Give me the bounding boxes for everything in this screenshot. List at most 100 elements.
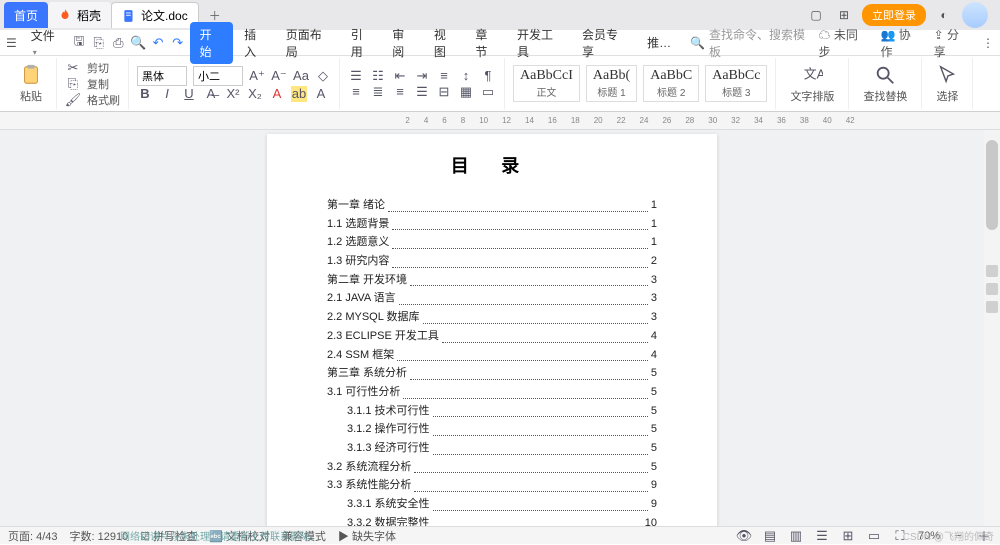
highlight-icon[interactable]: ab <box>291 86 307 102</box>
menu-member[interactable]: 会员专享 <box>575 23 636 63</box>
side-tool-1[interactable] <box>986 265 998 277</box>
font-family-select[interactable]: 黑体 <box>137 66 187 86</box>
login-button[interactable]: 立即登录 <box>862 4 926 26</box>
menu-section[interactable]: 章节 <box>468 23 506 63</box>
toc-line[interactable]: 1.3 研究内容2 <box>327 252 657 271</box>
toc-line[interactable]: 3.1.1 技术可行性5 <box>327 402 657 421</box>
style-3[interactable]: AaBbCc标题 3 <box>705 65 767 102</box>
align-left-icon[interactable]: ≡ <box>348 84 364 100</box>
strike-icon[interactable]: A̶ <box>203 86 219 102</box>
save-icon[interactable]: 🖫 <box>71 35 87 51</box>
number-list-icon[interactable]: ☷ <box>370 68 386 84</box>
document-page[interactable]: 目 录 第一章 绪论11.1 选题背景11.2 选题意义11.3 研究内容2第二… <box>267 134 717 526</box>
subscript-icon[interactable]: X₂ <box>247 86 263 102</box>
sort-icon[interactable]: ↕ <box>458 68 474 84</box>
distribute-icon[interactable]: ⊟ <box>436 84 452 100</box>
font-color-icon[interactable]: A <box>269 86 285 102</box>
scrollbar-thumb[interactable] <box>986 140 998 230</box>
window-grid-icon[interactable]: ▢ <box>806 5 826 25</box>
format-painter-icon[interactable]: 🖌 <box>65 92 81 108</box>
preview-icon[interactable]: 🔍 <box>130 35 146 51</box>
view-web-icon[interactable]: ⊞ <box>840 528 856 544</box>
redo-icon[interactable]: ↷ <box>170 35 186 51</box>
font-size-select[interactable]: 小二 <box>193 66 243 86</box>
bullet-list-icon[interactable]: ☰ <box>348 68 364 84</box>
underline-icon[interactable]: U <box>181 86 197 102</box>
copy-icon[interactable]: ⎘ <box>65 76 81 92</box>
skin-icon[interactable]: ◐ <box>934 5 954 25</box>
toc-line[interactable]: 3.3 系统性能分析9 <box>327 476 657 495</box>
saveas-icon[interactable]: ⎘ <box>91 35 107 51</box>
indent-increase-icon[interactable]: ⇥ <box>414 68 430 84</box>
view-read-icon[interactable]: ▤ <box>762 528 778 544</box>
menu-recommend[interactable]: 推… <box>640 31 678 54</box>
menu-devtools[interactable]: 开发工具 <box>510 23 571 63</box>
view-outline-icon[interactable]: ☰ <box>814 528 830 544</box>
view-book-icon[interactable]: ▭ <box>866 528 882 544</box>
side-tool-2[interactable] <box>986 283 998 295</box>
toc-line[interactable]: 3.1.3 经济可行性5 <box>327 439 657 458</box>
view-page-icon[interactable]: ▥ <box>788 528 804 544</box>
status-missing-font[interactable]: ▶ 缺失字体 <box>338 528 396 544</box>
toc-line[interactable]: 2.2 MYSQL 数据库3 <box>327 308 657 327</box>
borders-icon[interactable]: ▭ <box>480 84 496 100</box>
toc-line[interactable]: 2.4 SSM 框架4 <box>327 346 657 365</box>
align-right-icon[interactable]: ≡ <box>392 84 408 100</box>
style-1[interactable]: AaBb(标题 1 <box>586 65 637 102</box>
paste-button[interactable]: 粘贴 <box>14 64 48 104</box>
menu-hamburger-icon[interactable]: ☰ <box>6 36 20 50</box>
toc-line[interactable]: 3.3.1 系统安全性9 <box>327 495 657 514</box>
char-border-icon[interactable]: A <box>313 86 329 102</box>
sync-button[interactable]: ☁ 未同步 <box>819 26 869 60</box>
menu-insert[interactable]: 插入 <box>237 23 275 63</box>
toc-line[interactable]: 1.2 选题意义1 <box>327 233 657 252</box>
find-replace-button[interactable]: 查找替换 <box>857 64 913 104</box>
italic-icon[interactable]: I <box>159 86 175 102</box>
select-button[interactable]: 选择 <box>930 64 964 104</box>
toc-line[interactable]: 3.2 系统流程分析5 <box>327 458 657 477</box>
bold-icon[interactable]: B <box>137 86 153 102</box>
avatar[interactable] <box>962 2 988 28</box>
style-0[interactable]: AaBbCcI正文 <box>513 65 580 102</box>
change-case-icon[interactable]: Aa <box>293 68 309 84</box>
share-button[interactable]: ⇪ 分享 <box>934 26 970 60</box>
view-eye-icon[interactable]: 👁 <box>736 528 752 544</box>
menu-reference[interactable]: 引用 <box>344 23 382 63</box>
menu-review[interactable]: 审阅 <box>385 23 423 63</box>
toc-line[interactable]: 第三章 系统分析5 <box>327 364 657 383</box>
cut-icon[interactable]: ✂ <box>65 60 81 76</box>
toc-line[interactable]: 1.1 选题背景1 <box>327 215 657 234</box>
toc-line[interactable]: 3.1 可行性分析5 <box>327 383 657 402</box>
vertical-scrollbar[interactable] <box>984 130 1000 526</box>
toc-line[interactable]: 3.3.2 数据完整性10 <box>327 514 657 526</box>
align-center-icon[interactable]: ≣ <box>370 84 386 100</box>
text-layout-button[interactable]: 文A 文字排版 <box>784 64 840 104</box>
side-tool-3[interactable] <box>986 301 998 313</box>
more-icon[interactable]: ⋮ <box>982 36 994 50</box>
menu-page-layout[interactable]: 页面布局 <box>279 23 340 63</box>
indent-decrease-icon[interactable]: ⇤ <box>392 68 408 84</box>
style-2[interactable]: AaBbC标题 2 <box>643 65 699 102</box>
command-search[interactable]: 🔍 查找命令、搜索模板 <box>690 26 814 60</box>
line-spacing-icon[interactable]: ≡ <box>436 68 452 84</box>
ruler[interactable]: 24681012141618202224262830323436384042 <box>0 112 1000 130</box>
print-icon[interactable]: ⎙ <box>111 35 127 51</box>
shading-icon[interactable]: ▦ <box>458 84 474 100</box>
undo-icon[interactable]: ↶ <box>150 35 166 51</box>
grow-font-icon[interactable]: A⁺ <box>249 68 265 84</box>
window-apps-icon[interactable]: ⊞ <box>834 5 854 25</box>
toc-line[interactable]: 3.1.2 操作可行性5 <box>327 420 657 439</box>
shrink-font-icon[interactable]: A⁻ <box>271 68 287 84</box>
toc-line[interactable]: 2.1 JAVA 语言3 <box>327 289 657 308</box>
tab-document[interactable]: 论文.doc <box>111 2 199 28</box>
superscript-icon[interactable]: X² <box>225 86 241 102</box>
show-marks-icon[interactable]: ¶ <box>480 68 496 84</box>
toc-line[interactable]: 2.3 ECLIPSE 开发工具4 <box>327 327 657 346</box>
toc-line[interactable]: 第一章 绪论1 <box>327 196 657 215</box>
tab-add[interactable]: ＋ <box>199 7 231 24</box>
status-page[interactable]: 页面: 4/43 <box>8 528 58 544</box>
clear-format-icon[interactable]: ◇ <box>315 68 331 84</box>
toc-line[interactable]: 第二章 开发环境3 <box>327 271 657 290</box>
align-justify-icon[interactable]: ☰ <box>414 84 430 100</box>
menu-view[interactable]: 视图 <box>427 23 465 63</box>
